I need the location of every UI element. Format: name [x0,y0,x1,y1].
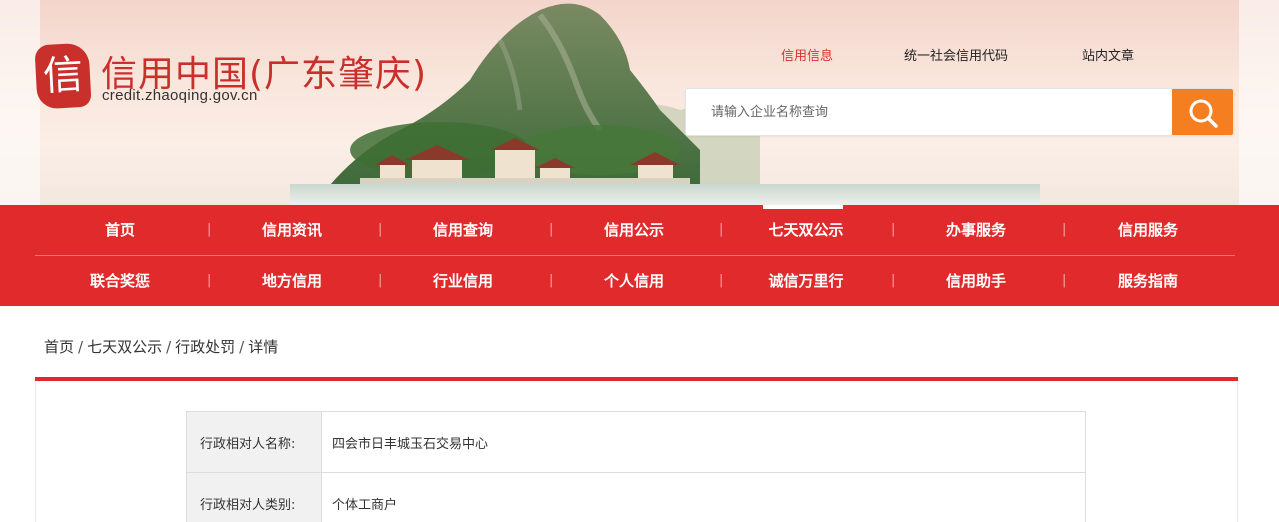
nav-item-integrity-tour[interactable]: 诚信万里行 [755,256,857,306]
nav-separator: | [719,222,724,237]
nav-separator: | [549,273,554,288]
nav-separator: | [549,222,554,237]
top-links: 信用信息 统一社会信用代码 站内文章 [0,45,1279,65]
site-url: credit.zhaoqing.gov.cn [102,87,258,104]
nav-separator: | [1062,273,1067,288]
field-label-party-type: 行政相对人类别: [186,472,322,522]
detail-table: 行政相对人名称: 四会市日丰城玉石交易中心 行政相对人类别: 个体工商户 [186,411,1086,522]
nav-item-credit-publicity[interactable]: 信用公示 [584,205,684,255]
nav-separator: | [207,222,212,237]
breadcrumb-home[interactable]: 首页 [44,338,74,356]
table-row: 行政相对人类别: 个体工商户 [186,472,1086,522]
nav-item-credit-query[interactable]: 信用查询 [413,205,513,255]
top-link-credit-code[interactable]: 统一社会信用代码 [904,45,1008,64]
nav-item-services[interactable]: 办事服务 [926,205,1026,255]
nav-active-indicator [763,205,843,209]
top-link-credit-info[interactable]: 信用信息 [781,45,833,64]
field-value-party-type: 个体工商户 [321,472,1086,522]
nav-separator: | [207,273,212,288]
nav-item-rewards-penalties[interactable]: 联合奖惩 [70,256,170,306]
nav-row-1: 首页 | 信用资讯 | 信用查询 | 信用公示 | 七天双公示 | 办事服务 |… [35,205,1235,255]
breadcrumb-detail: 详情 [248,338,279,356]
search-box [685,88,1234,136]
search-button[interactable] [1172,89,1233,135]
top-link-articles[interactable]: 站内文章 [1082,45,1134,64]
nav-separator: | [891,273,896,288]
breadcrumb-separator: / [166,338,172,356]
nav-separator: | [719,273,724,288]
nav-separator: | [378,273,383,288]
nav-item-credit-assistant[interactable]: 信用助手 [926,256,1026,306]
breadcrumb-separator: / [239,338,245,356]
nav-separator: | [378,222,383,237]
nav-item-local-credit[interactable]: 地方信用 [242,256,342,306]
breadcrumb-separator: / [78,338,84,356]
nav-item-credit-services[interactable]: 信用服务 [1098,205,1198,255]
nav-item-credit-news[interactable]: 信用资讯 [242,205,342,255]
header-banner: 信 信用中国(广东肇庆) credit.zhaoqing.gov.cn 信用信息… [0,0,1279,205]
breadcrumb: 首页 / 七天双公示 / 行政处罚 / 详情 [44,336,278,357]
table-row: 行政相对人名称: 四会市日丰城玉石交易中心 [186,411,1086,473]
nav-item-home[interactable]: 首页 [70,205,170,255]
search-input[interactable] [686,89,1174,135]
nav-separator: | [891,222,896,237]
nav-row-2: 联合奖惩 | 地方信用 | 行业信用 | 个人信用 | 诚信万里行 | 信用助手… [35,256,1235,306]
nav-item-seven-day-publicity[interactable]: 七天双公示 [755,205,857,255]
field-label-party-name: 行政相对人名称: [186,411,322,473]
main-nav: 首页 | 信用资讯 | 信用查询 | 信用公示 | 七天双公示 | 办事服务 |… [0,205,1279,306]
breadcrumb-seven-day-publicity[interactable]: 七天双公示 [87,338,162,356]
nav-item-personal-credit[interactable]: 个人信用 [584,256,684,306]
nav-item-industry-credit[interactable]: 行业信用 [413,256,513,306]
panel-top-bar [35,377,1238,381]
nav-item-service-guide[interactable]: 服务指南 [1098,256,1198,306]
field-value-party-name: 四会市日丰城玉石交易中心 [321,411,1086,473]
nav-separator: | [1062,222,1067,237]
breadcrumb-admin-penalty[interactable]: 行政处罚 [175,338,235,356]
search-icon [1189,99,1218,128]
